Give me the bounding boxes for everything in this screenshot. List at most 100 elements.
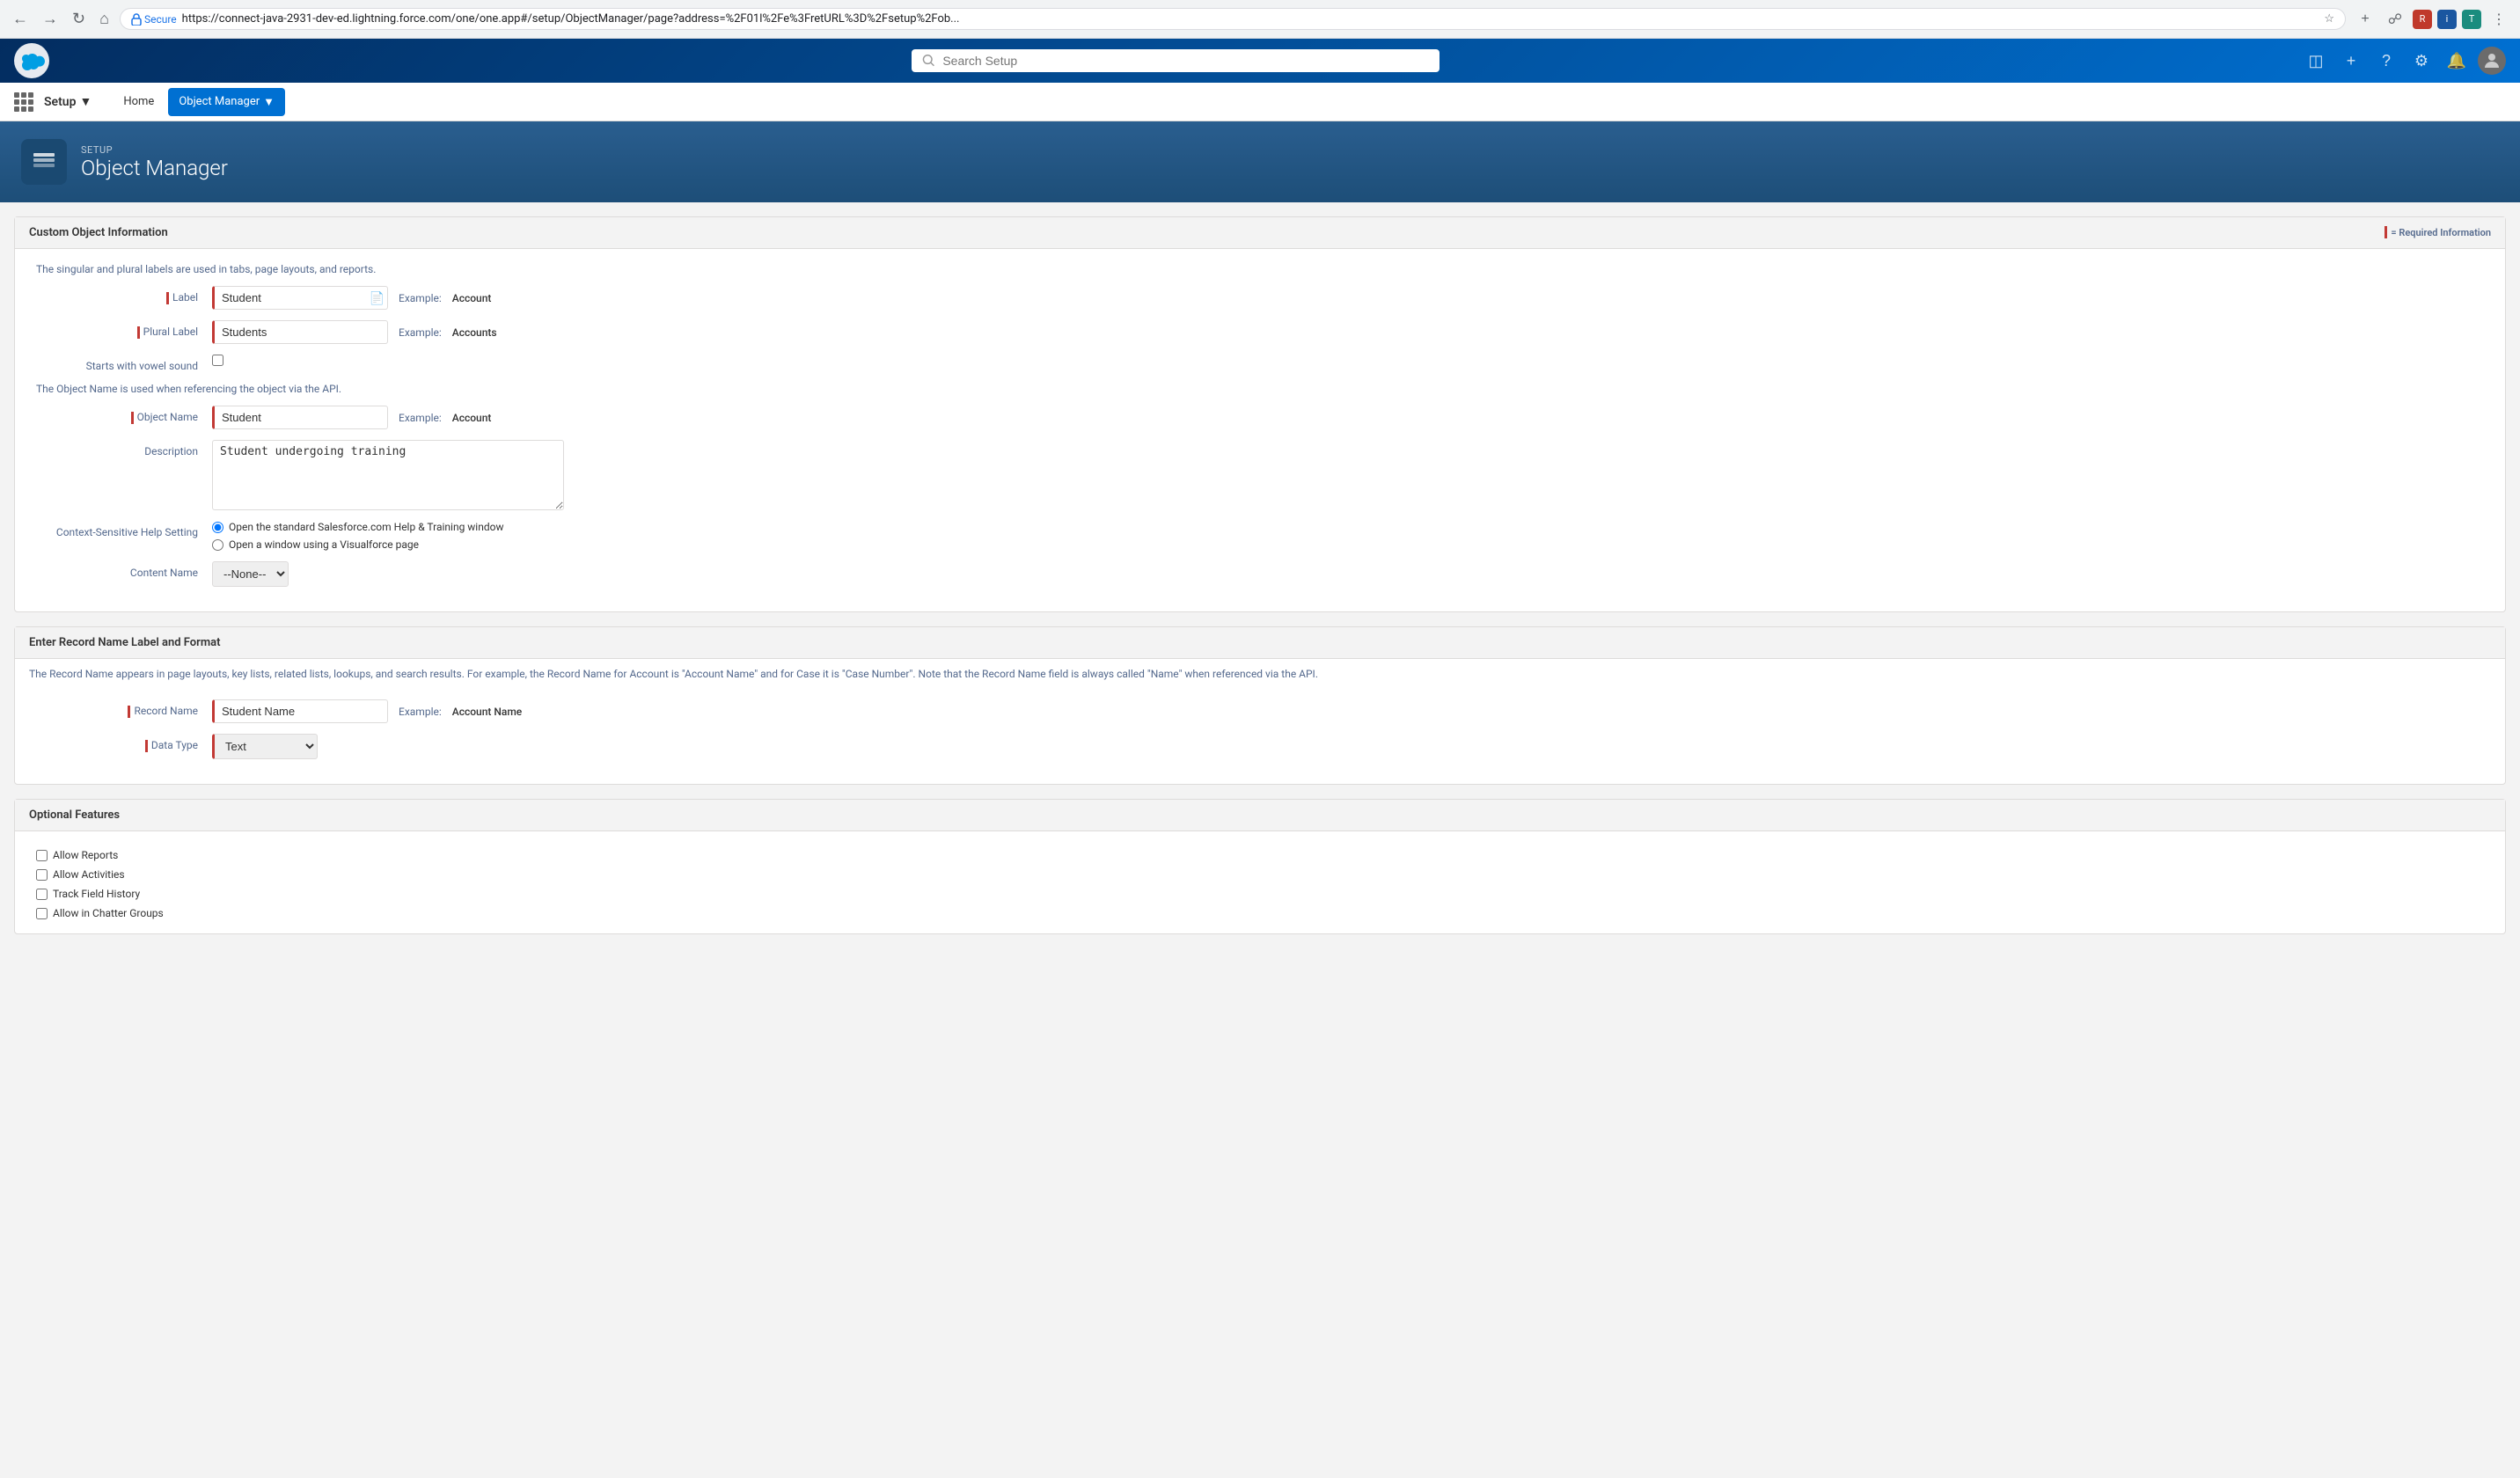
object-name-intro: The Object Name is used when referencing…	[36, 383, 2484, 395]
help-icon[interactable]: ?	[2372, 47, 2400, 75]
data-type-row: Data Type Text Auto Number	[36, 734, 2484, 759]
custom-object-section: Custom Object Information = Required Inf…	[14, 216, 2506, 612]
new-tab-button[interactable]: +	[2353, 7, 2377, 32]
required-bar-icon	[2384, 226, 2387, 238]
ext-red: R	[2413, 10, 2432, 29]
grid-icon[interactable]	[14, 92, 33, 112]
star-icon[interactable]: ☆	[2324, 12, 2334, 26]
ext-teal: T	[2462, 10, 2481, 29]
nav-bar: Setup ▼ Home Object Manager ▼	[0, 83, 2520, 121]
label-example-val: Account	[452, 292, 492, 304]
reload-button[interactable]: ↻	[69, 6, 89, 32]
context-help-option2-label: Open a window using a Visualforce page	[229, 538, 419, 551]
content-name-row: Content Name --None--	[36, 561, 2484, 587]
data-type-field: Text Auto Number	[212, 734, 318, 759]
record-name-title: Enter Record Name Label and Format	[29, 636, 220, 649]
custom-object-body: The singular and plural labels are used …	[15, 249, 2505, 611]
label-input[interactable]	[212, 286, 388, 310]
secure-label: Secure	[144, 13, 177, 26]
required-info: = Required Information	[2384, 226, 2491, 238]
record-name-field: Example: Account Name	[212, 699, 522, 723]
feature-track-field-history-checkbox[interactable]	[36, 889, 48, 900]
record-name-section: Enter Record Name Label and Format The R…	[14, 626, 2506, 785]
context-help-option2[interactable]: Open a window using a Visualforce page	[212, 538, 503, 551]
context-help-radios: Open the standard Salesforce.com Help & …	[212, 521, 503, 551]
avatar[interactable]	[2478, 47, 2506, 75]
context-help-radio1[interactable]	[212, 522, 223, 533]
description-textarea[interactable]: Student undergoing training	[212, 440, 564, 510]
custom-object-intro: The singular and plural labels are used …	[36, 263, 2484, 275]
more-button[interactable]: ⋮	[2487, 7, 2511, 32]
context-help-option1[interactable]: Open the standard Salesforce.com Help & …	[212, 521, 503, 533]
plural-label-input[interactable]	[212, 320, 388, 344]
context-help-radio2[interactable]	[212, 539, 223, 551]
record-name-example-val: Account Name	[452, 706, 523, 718]
content-name-field: --None--	[212, 561, 289, 587]
record-name-body: Record Name Example: Account Name Data T…	[15, 685, 2505, 784]
label-input-wrapper: 📄	[212, 286, 388, 310]
forward-button[interactable]: →	[39, 6, 62, 32]
object-name-row: Object Name Example: Account	[36, 406, 2484, 429]
vowel-checkbox[interactable]	[212, 355, 223, 366]
record-name-input[interactable]	[212, 699, 388, 723]
required-text: = Required Information	[2391, 227, 2491, 238]
object-name-field: Example: Account	[212, 406, 491, 429]
feature-allow-chatter[interactable]: Allow in Chatter Groups	[36, 907, 2484, 919]
ext-blue: i	[2437, 10, 2457, 29]
feature-allow-activities-label: Allow Activities	[53, 868, 125, 881]
data-type-select[interactable]: Text Auto Number	[212, 734, 318, 759]
description-field: Student undergoing training	[212, 440, 564, 510]
header-actions: ◫ + ? ⚙ 🔔	[2302, 47, 2506, 75]
bell-icon[interactable]: 🔔	[2443, 47, 2471, 75]
feature-allow-activities[interactable]: Allow Activities	[36, 868, 2484, 881]
panel-icon[interactable]: ◫	[2302, 47, 2330, 75]
custom-object-title: Custom Object Information	[29, 226, 168, 239]
settings-icon[interactable]: ⚙	[2407, 47, 2436, 75]
search-icon	[922, 54, 935, 68]
page-title: Object Manager	[81, 156, 228, 180]
page-header: SETUP Object Manager	[0, 121, 2520, 202]
context-help-label: Context-Sensitive Help Setting	[36, 521, 212, 538]
label-lookup-icon[interactable]: 📄	[370, 290, 385, 305]
optional-features-header: Optional Features	[15, 800, 2505, 831]
home-button[interactable]: ⌂	[96, 6, 113, 32]
feature-track-field-history-label: Track Field History	[53, 888, 140, 900]
feature-track-field-history[interactable]: Track Field History	[36, 888, 2484, 900]
feature-allow-activities-checkbox[interactable]	[36, 869, 48, 881]
obj-example-val: Account	[452, 412, 492, 424]
optional-features-section: Optional Features Allow Reports Allow Ac…	[14, 799, 2506, 934]
label-field: 📄 Example: Account	[212, 286, 491, 310]
feature-allow-reports[interactable]: Allow Reports	[36, 849, 2484, 861]
plural-label-field-label: Plural Label	[36, 320, 212, 339]
vowel-label: Starts with vowel sound	[36, 355, 212, 372]
feature-allow-chatter-checkbox[interactable]	[36, 908, 48, 919]
context-help-field: Open the standard Salesforce.com Help & …	[212, 521, 503, 551]
nav-setup-label: Setup	[44, 95, 76, 109]
label-row: Label 📄 Example: Account	[36, 286, 2484, 310]
address-bar: Secure https://connect-java-2931-dev-ed.…	[120, 8, 2346, 30]
nav-object-manager[interactable]: Object Manager ▼	[168, 88, 285, 116]
object-name-label: Object Name	[36, 406, 212, 424]
search-setup-wrapper	[912, 49, 1439, 72]
extensions-button[interactable]: ☍	[2383, 7, 2407, 32]
record-name-header: Enter Record Name Label and Format	[15, 627, 2505, 659]
page-header-text: SETUP Object Manager	[81, 144, 228, 180]
content-name-select[interactable]: --None--	[212, 561, 289, 587]
setup-label: SETUP	[81, 144, 228, 156]
description-row: Description Student undergoing training	[36, 440, 2484, 510]
optional-features-list: Allow Reports Allow Activities Track Fie…	[36, 845, 2484, 919]
nav-home[interactable]: Home	[113, 88, 165, 115]
description-label: Description	[36, 440, 212, 457]
add-icon[interactable]: +	[2337, 47, 2365, 75]
vowel-row: Starts with vowel sound	[36, 355, 2484, 372]
object-manager-icon	[21, 139, 67, 185]
content-name-label: Content Name	[36, 561, 212, 579]
nav-app-name[interactable]: Setup ▼	[37, 87, 99, 116]
object-name-input[interactable]	[212, 406, 388, 429]
back-button[interactable]: ←	[9, 6, 32, 32]
search-setup-input[interactable]	[942, 54, 1429, 68]
optional-features-title: Optional Features	[29, 809, 120, 822]
data-type-label: Data Type	[36, 734, 212, 752]
plural-example-val: Accounts	[452, 326, 497, 339]
feature-allow-reports-checkbox[interactable]	[36, 850, 48, 861]
